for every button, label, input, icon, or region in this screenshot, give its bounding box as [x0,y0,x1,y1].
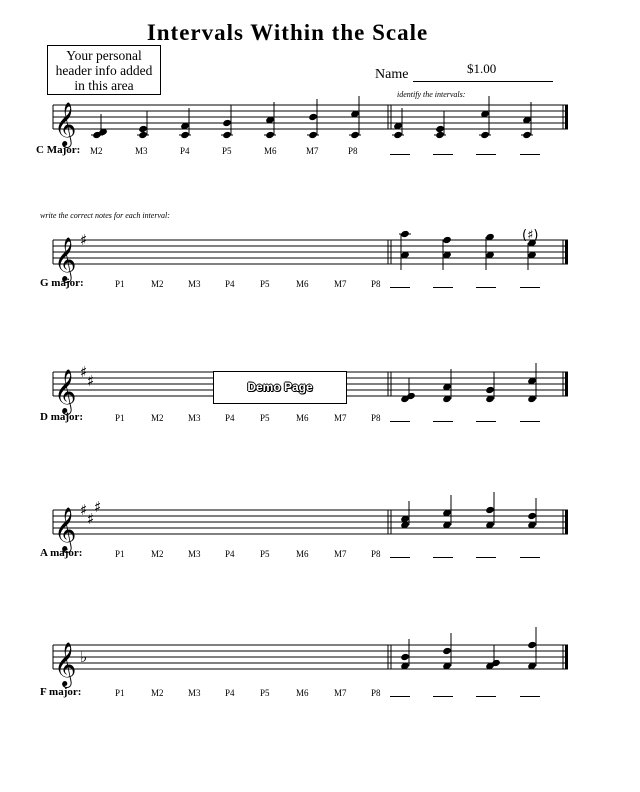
key-label: C Major: [36,144,81,156]
interval-label: M7 [334,413,347,423]
answer-blank[interactable] [433,154,453,155]
note-head [309,113,317,121]
interval-label: M6 [296,413,309,423]
interval-label: M3 [188,688,201,698]
treble-clef-icon: 𝄞 [54,642,76,688]
note-head [481,131,489,139]
interval-label: P8 [371,413,381,423]
answer-blank[interactable] [390,696,410,697]
answer-blank[interactable] [433,421,453,422]
interval-label: M6 [296,688,309,698]
note-head [443,236,451,244]
interval-label: P4 [225,549,235,559]
interval-label: M3 [188,279,201,289]
note-head [181,131,189,139]
note-head [401,230,409,238]
key-label: D major: [40,411,84,423]
interval-label: P4 [225,279,235,289]
interval-label: M7 [306,146,319,156]
interval-label: P1 [115,413,125,423]
interval-label: M3 [188,549,201,559]
interval-label: M2 [90,146,103,156]
interval-label: M6 [296,279,309,289]
answer-blank[interactable] [390,287,410,288]
interval-label: P4 [180,146,190,156]
treble-clef-icon: 𝄞 [54,369,76,415]
answer-blank[interactable] [433,696,453,697]
note-head [528,641,536,649]
interval-label: M3 [188,413,201,423]
answer-blank[interactable] [520,557,540,558]
answer-blank[interactable] [476,421,496,422]
answer-blank[interactable] [433,557,453,558]
note-head [528,512,536,520]
cautionary-sharp-icon: (♯) [522,228,538,243]
note-head [309,131,317,139]
answer-blank[interactable] [476,557,496,558]
answer-blank[interactable] [390,154,410,155]
final-barline-thick [565,105,568,129]
answer-blank[interactable] [520,696,540,697]
interval-label: P1 [115,279,125,289]
interval-label: P5 [260,688,270,698]
note-head [223,131,231,139]
key-sharp-icon: ♯ [80,231,87,249]
key-sharp-icon: ♯ [87,372,94,390]
interval-label: M2 [151,279,164,289]
interval-label: P1 [115,549,125,559]
interval-label: P8 [348,146,358,156]
interval-label: M6 [296,549,309,559]
interval-label: P5 [260,549,270,559]
note-head [351,131,359,139]
final-barline-thick [565,240,568,264]
interval-label: P4 [225,688,235,698]
interval-label: P8 [371,688,381,698]
interval-label: P1 [115,688,125,698]
key-label: F major: [40,686,82,698]
interval-label: P5 [222,146,232,156]
interval-label: M2 [151,688,164,698]
answer-blank[interactable] [476,696,496,697]
note-head [523,131,531,139]
interval-label: M2 [151,413,164,423]
key-label: A major: [40,547,83,559]
answer-blank[interactable] [520,421,540,422]
note-head [139,125,147,133]
answer-blank[interactable] [476,154,496,155]
final-barline-thick [565,510,568,534]
interval-label: M7 [334,549,347,559]
treble-clef-icon: 𝄞 [54,102,76,148]
answer-blank[interactable] [390,421,410,422]
key-flat-icon: ♭ [80,648,87,666]
interval-label: M7 [334,279,347,289]
final-barline-thick [565,645,568,669]
answer-blank[interactable] [520,287,540,288]
demo-watermark: Demo Page [213,371,347,404]
note-head [436,125,444,133]
note-head [486,506,494,514]
key-sharp-icon: ♯ [94,498,101,516]
interval-label: M7 [334,688,347,698]
answer-blank[interactable] [476,287,496,288]
note-head [486,386,494,394]
note-head [394,131,402,139]
answer-blank[interactable] [520,154,540,155]
answer-blank[interactable] [433,287,453,288]
interval-label: P5 [260,413,270,423]
interval-label: M2 [151,549,164,559]
interval-label: M3 [135,146,148,156]
final-barline-thick [565,372,568,396]
key-label: G major: [40,277,84,289]
note-head [223,119,231,127]
note-head [401,653,409,661]
interval-label: P8 [371,279,381,289]
interval-label: M6 [264,146,277,156]
interval-label: P8 [371,549,381,559]
interval-label: P4 [225,413,235,423]
answer-blank[interactable] [390,557,410,558]
interval-label: P5 [260,279,270,289]
note-head [266,131,274,139]
note-head [443,647,451,655]
